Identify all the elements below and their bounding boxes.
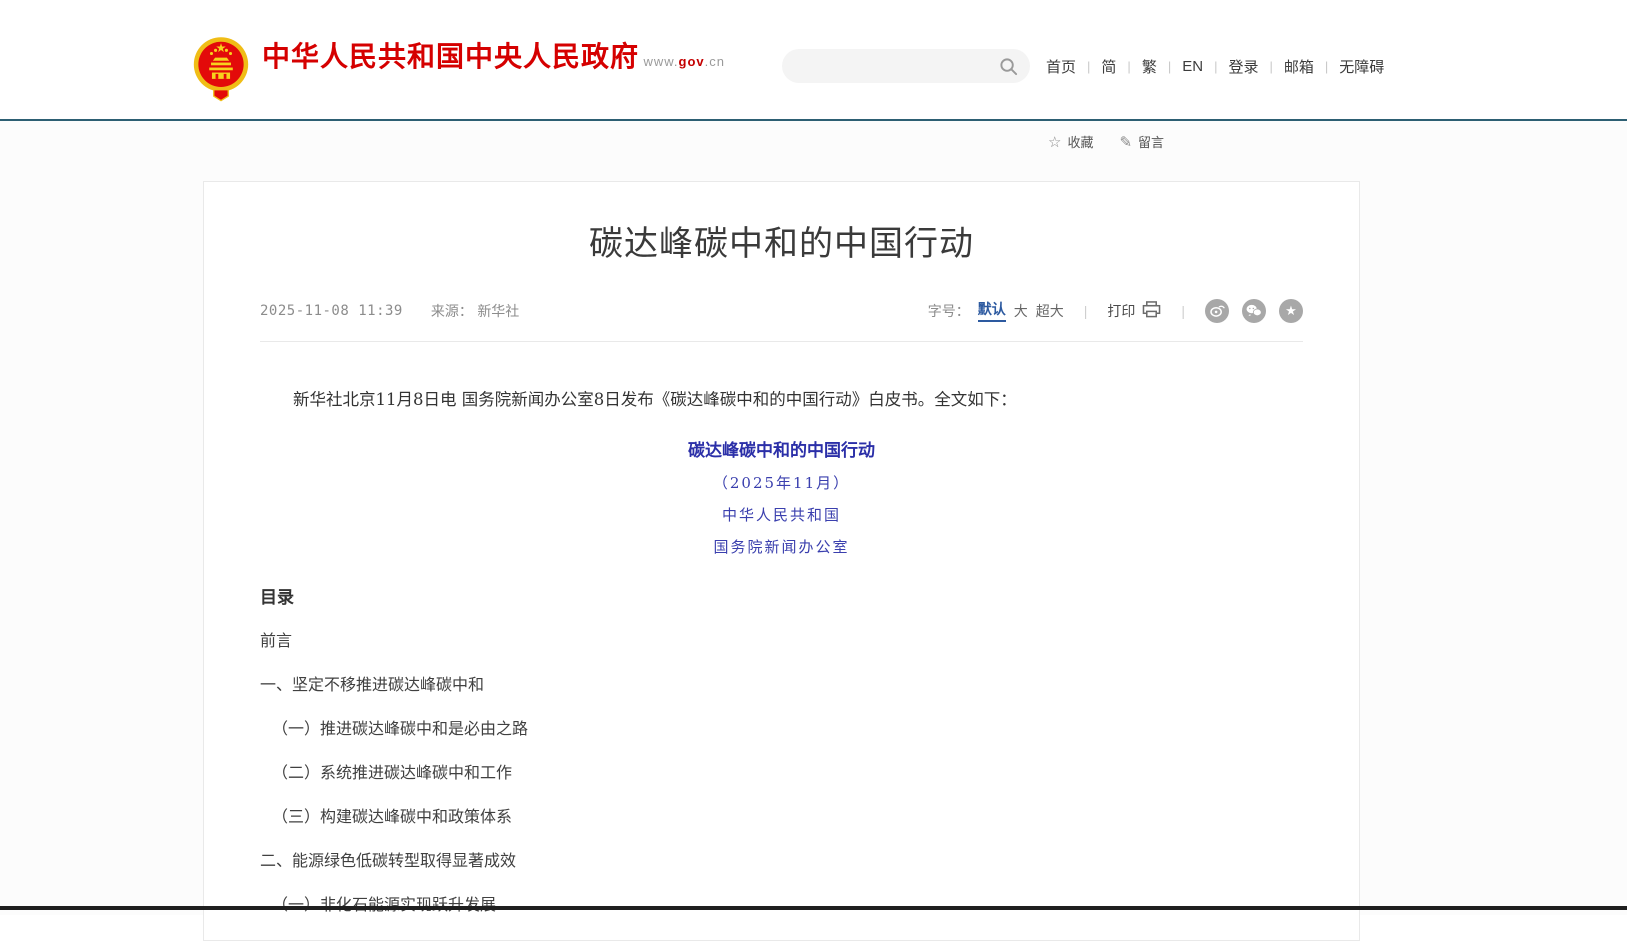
nav-separator: | xyxy=(1087,59,1090,74)
document-author-line2: 国务院新闻办公室 xyxy=(260,536,1303,557)
nav-accessibility[interactable]: 无障碍 xyxy=(1339,56,1384,77)
bottom-divider-bar xyxy=(0,906,1627,910)
star-share-icon[interactable]: ★ xyxy=(1279,299,1303,323)
lead-paragraph: 新华社北京11月8日电 国务院新闻办公室8日发布《碳达峰碳中和的中国行动》白皮书… xyxy=(260,386,1303,414)
document-author-line1: 中华人民共和国 xyxy=(260,504,1303,525)
site-header: 中华人民共和国中央人民政府 www.gov.cn 首页 | 简 | 繁 | EN… xyxy=(0,0,1627,119)
meta-divider-line xyxy=(260,341,1303,342)
print-label: 打印 xyxy=(1107,301,1135,321)
wechat-share-icon[interactable] xyxy=(1242,299,1266,323)
comment-label: 留言 xyxy=(1138,132,1164,151)
site-title: 中华人民共和国中央人民政府 xyxy=(262,41,639,72)
meta-separator: | xyxy=(1084,303,1088,319)
document-title: 碳达峰碳中和的中国行动 xyxy=(260,436,1303,461)
toc-item-section1: 一、坚定不移推进碳达峰碳中和 xyxy=(260,675,1303,694)
nav-mail[interactable]: 邮箱 xyxy=(1284,56,1314,77)
article-body: 新华社北京11月8日电 国务院新闻办公室8日发布《碳达峰碳中和的中国行动》白皮书… xyxy=(260,386,1303,914)
toc-item-section1-2: （二）系统推进碳达峰碳中和工作 xyxy=(260,763,1303,782)
toc-heading: 目录 xyxy=(260,583,1303,608)
search-box xyxy=(782,49,1030,83)
article-meta-row: 2025-11-08 11:39 来源： 新华社 字号： 默认 大 超大 | 打… xyxy=(260,299,1303,323)
article-card: 碳达峰碳中和的中国行动 2025-11-08 11:39 来源： 新华社 字号：… xyxy=(203,181,1360,941)
nav-separator: | xyxy=(1269,59,1272,74)
favorite-button[interactable]: ☆ 收藏 xyxy=(1048,132,1093,151)
article-action-row: ☆ 收藏 ✎ 留言 xyxy=(1048,132,1164,151)
font-size-label: 字号： xyxy=(928,301,970,321)
nav-separator: | xyxy=(1325,59,1328,74)
toc-list: 前言 一、坚定不移推进碳达峰碳中和 （一）推进碳达峰碳中和是必由之路 （二）系统… xyxy=(260,631,1303,914)
star-glyph: ★ xyxy=(1285,304,1297,317)
source-value: 新华社 xyxy=(477,304,519,320)
print-button[interactable]: 打印 xyxy=(1107,301,1161,321)
comment-button[interactable]: ✎ 留言 xyxy=(1119,132,1164,151)
nav-separator: | xyxy=(1168,59,1171,74)
nav-separator: | xyxy=(1214,59,1217,74)
font-size-xlarge[interactable]: 超大 xyxy=(1036,301,1064,321)
article-title: 碳达峰碳中和的中国行动 xyxy=(260,224,1303,265)
source-label: 来源： xyxy=(431,304,473,320)
search-icon[interactable] xyxy=(999,57,1018,76)
weibo-share-icon[interactable] xyxy=(1205,299,1229,323)
pencil-icon: ✎ xyxy=(1119,133,1132,151)
toc-item-preface: 前言 xyxy=(260,631,1303,650)
nav-login[interactable]: 登录 xyxy=(1228,56,1258,77)
publish-date: 2025-11-08 11:39 xyxy=(260,303,403,319)
document-date: （2025年11月） xyxy=(260,472,1303,493)
article-meta-right: 字号： 默认 大 超大 | 打印 | xyxy=(928,299,1303,323)
nav-english[interactable]: EN xyxy=(1182,58,1203,75)
nav-home[interactable]: 首页 xyxy=(1046,56,1076,77)
site-url: www.gov.cn xyxy=(643,54,725,69)
top-nav: 首页 | 简 | 繁 | EN | 登录 | 邮箱 | 无障碍 xyxy=(1046,49,1384,83)
printer-icon xyxy=(1142,301,1161,321)
national-emblem-icon xyxy=(192,34,250,102)
font-size-default[interactable]: 默认 xyxy=(978,299,1006,322)
meta-separator: | xyxy=(1181,303,1185,319)
article-meta-left: 2025-11-08 11:39 来源： 新华社 xyxy=(260,301,519,321)
toc-item-section2-1: （一）非化石能源实现跃升发展 xyxy=(260,895,1303,914)
source: 来源： 新华社 xyxy=(431,301,519,321)
share-icons: ★ xyxy=(1205,299,1303,323)
search-input[interactable] xyxy=(798,49,998,83)
font-size-large[interactable]: 大 xyxy=(1014,301,1028,321)
toc-item-section1-1: （一）推进碳达峰碳中和是必由之路 xyxy=(260,719,1303,738)
favorite-label: 收藏 xyxy=(1067,132,1093,151)
nav-separator: | xyxy=(1127,59,1130,74)
nav-traditional[interactable]: 繁 xyxy=(1142,56,1157,77)
site-logo-link[interactable]: 中华人民共和国中央人民政府 www.gov.cn xyxy=(192,34,725,102)
toc-item-section1-3: （三）构建碳达峰碳中和政策体系 xyxy=(260,807,1303,826)
toc-item-section2: 二、能源绿色低碳转型取得显著成效 xyxy=(260,851,1303,870)
nav-simplified[interactable]: 简 xyxy=(1101,56,1116,77)
star-icon: ☆ xyxy=(1048,133,1061,151)
